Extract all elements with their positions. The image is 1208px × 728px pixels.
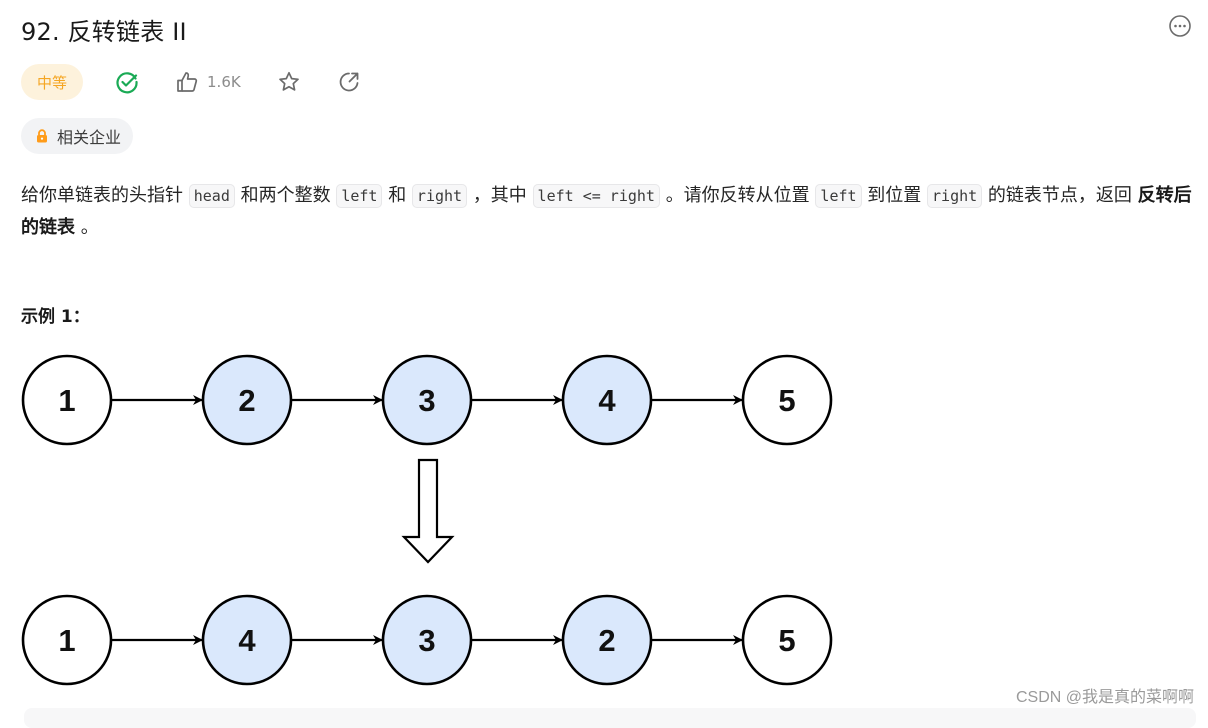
thumbs-up-icon: [177, 72, 198, 92]
before-node-label: 2: [238, 383, 255, 418]
desc-text: 和两个整数: [240, 185, 331, 206]
example-code-block: [24, 708, 1196, 728]
down-arrow-icon: [401, 458, 455, 564]
after-node-label: 2: [598, 623, 615, 658]
desc-text: 和: [388, 185, 407, 206]
list-before: 1 2 3 4 5: [21, 354, 833, 446]
star-icon[interactable]: [277, 70, 301, 94]
desc-text: 的链表节点，返回: [987, 185, 1132, 206]
watermark: CSDN @我是真的菜啊啊: [1015, 689, 1194, 706]
related-companies-tag[interactable]: 相关企业: [21, 118, 134, 154]
desc-text: ，其中: [472, 185, 527, 206]
desc-text: 。请你反转从位置: [665, 185, 810, 206]
before-node-label: 5: [778, 383, 795, 418]
linked-list-diagram: 1 2 3 4 5 1 4 3 2 5: [21, 354, 833, 686]
desc-text: 给你单链表的头指针: [21, 185, 183, 206]
before-node-label: 3: [418, 383, 435, 418]
after-node-label: 1: [58, 623, 75, 658]
more-options-icon[interactable]: [1168, 14, 1192, 38]
after-node-label: 4: [238, 623, 256, 658]
problem-meta-row: 中等 1.6K: [21, 64, 361, 100]
example-title: 示例 1：: [21, 307, 90, 327]
code-left: left: [815, 184, 862, 208]
list-after: 1 4 3 2 5: [21, 594, 833, 686]
related-companies-label: 相关企业: [57, 128, 122, 147]
desc-text: 。: [80, 217, 99, 238]
code-right: right: [927, 184, 983, 208]
like-button[interactable]: 1.6K: [175, 70, 241, 94]
code-left: left: [336, 184, 383, 208]
problem-description: 给你单链表的头指针 head 和两个整数 left 和 right ，其中 le…: [21, 180, 1196, 244]
code-condition: left <= right: [532, 184, 660, 208]
after-node-label: 5: [778, 623, 795, 658]
before-node-label: 1: [58, 383, 75, 418]
lock-icon: [37, 129, 47, 143]
code-right: right: [411, 184, 468, 208]
problem-title: 92. 反转链表 II: [21, 18, 187, 46]
check-circle-icon: [116, 72, 138, 94]
share-icon[interactable]: [337, 70, 361, 94]
desc-text: 到位置: [867, 185, 922, 206]
difficulty-badge: 中等: [21, 64, 84, 100]
after-node-label: 3: [418, 623, 435, 658]
code-head: head: [188, 184, 235, 208]
like-count: 1.6K: [207, 73, 241, 91]
before-node-label: 4: [598, 383, 616, 418]
